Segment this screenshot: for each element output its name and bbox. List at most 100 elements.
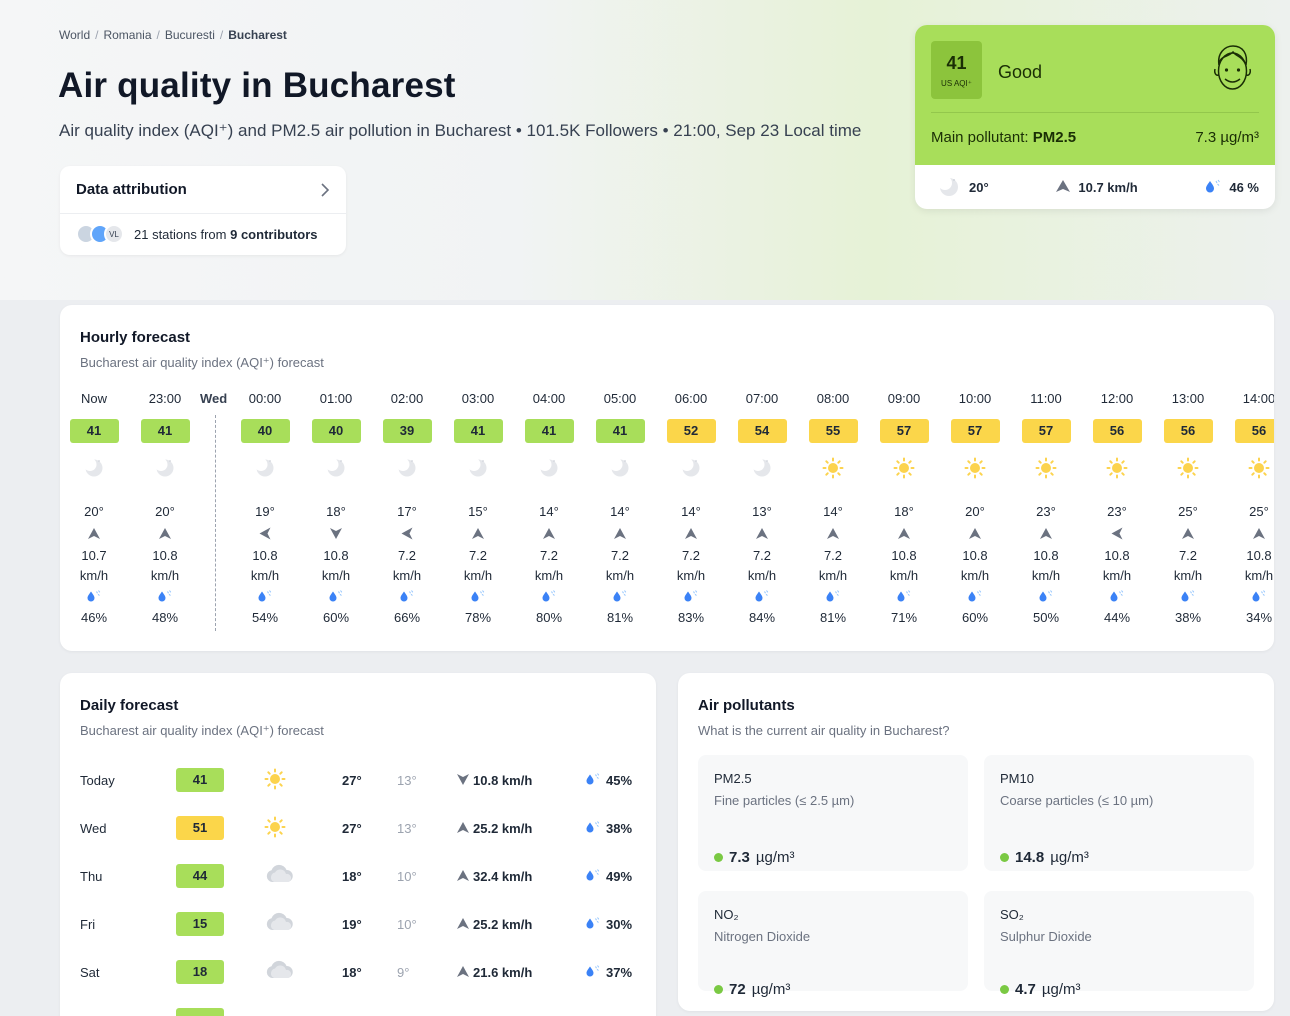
hourly-humidity: 48% [151, 610, 179, 625]
humidity-icon [585, 965, 601, 980]
hourly-humidity: 44% [1103, 610, 1131, 625]
hourly-wind-speed: 10.8 [1033, 548, 1059, 563]
hourly-item[interactable]: 11:00 57 23° 10.8 km/h 50% [1018, 391, 1074, 625]
hourly-wind-unit: km/h [1031, 568, 1061, 583]
sun-icon [1089, 457, 1145, 479]
daily-wind-speed: 21.6 km/h [473, 965, 533, 980]
wind-direction-icon [457, 821, 469, 836]
daily-aqi-badge: 18 [176, 960, 224, 984]
daily-wind-speed: 32.4 km/h [473, 869, 533, 884]
humidity-icon [450, 590, 506, 602]
hourly-aqi-badge: 54 [737, 419, 787, 443]
daily-row[interactable]: Wed 51 27° 13° 25.2 km/h 38% [80, 816, 640, 842]
hourly-aqi-badge: 41 [524, 419, 574, 443]
breadcrumb-region[interactable]: Bucuresti [165, 28, 215, 42]
hourly-aqi-badge: 41 [595, 419, 645, 443]
hourly-aqi-badge: 40 [240, 419, 290, 443]
daily-humidity-value: 38% [606, 821, 633, 836]
hourly-item[interactable]: 23:00 41 20° 10.8 km/h 48% [137, 391, 193, 625]
breadcrumb-world[interactable]: World [59, 28, 90, 42]
hourly-item[interactable]: 06:00 52 14° 7.2 km/h 83% [663, 391, 719, 625]
daily-aqi-badge: 15 [176, 912, 224, 936]
hourly-temperature: 14° [823, 504, 843, 519]
main-pollutant: Main pollutant: PM2.5 [931, 129, 1076, 146]
hourly-time: 06:00 [674, 391, 708, 406]
daily-row[interactable]: Today 41 27° 13° 10.8 km/h 45% [80, 768, 640, 794]
hourly-humidity: 71% [890, 610, 918, 625]
humidity-icon [1160, 590, 1216, 602]
face-icon [1211, 43, 1253, 97]
humidity-icon [585, 773, 601, 788]
data-attribution-card[interactable]: Data attribution VL 21 stations from 9 c… [60, 166, 346, 255]
hourly-item[interactable]: 01:00 40 18° 10.8 km/h 60% [308, 391, 364, 625]
hourly-time: 00:00 [248, 391, 282, 406]
daily-row[interactable]: Sat 18 18° 9° 21.6 km/h 37% [80, 960, 640, 986]
current-wind-value: 10.7 km/h [1078, 179, 1138, 195]
air-pollutants-title: Air pollutants [698, 697, 795, 714]
daily-wind: 25.2 km/h [457, 821, 532, 836]
pollutant-value-number: 72 [729, 981, 746, 998]
hourly-item[interactable]: 13:00 56 25° 7.2 km/h 38% [1160, 391, 1216, 625]
hourly-item[interactable]: 08:00 55 14° 7.2 km/h 81% [805, 391, 861, 625]
wind-direction-icon [457, 773, 469, 788]
hourly-item[interactable]: 05:00 41 14° 7.2 km/h 81% [592, 391, 648, 625]
pollutant-box[interactable]: PM10 Coarse particles (≤ 10 µm) 14.8 µg/m³ [984, 755, 1254, 871]
breadcrumb-country[interactable]: Romania [103, 28, 151, 42]
wind-direction-icon [308, 528, 364, 540]
hourly-item[interactable]: 09:00 57 18° 10.8 km/h 71% [876, 391, 932, 625]
data-attribution-body: VL 21 stations from 9 contributors [60, 214, 346, 254]
sun-icon [1018, 457, 1074, 479]
moon-icon [66, 457, 122, 479]
pollutant-box[interactable]: PM2.5 Fine particles (≤ 2.5 µm) 7.3 µg/m³ [698, 755, 968, 871]
hourly-wind: 10.7 km/h [66, 546, 122, 586]
cloud-icon [264, 960, 294, 983]
wind-direction-icon [805, 528, 861, 540]
hourly-wind: 7.2 km/h [805, 546, 861, 586]
daily-row[interactable]: Fri 15 19° 10° 25.2 km/h 30% [80, 912, 640, 938]
data-attribution-header[interactable]: Data attribution [60, 166, 346, 214]
hourly-wind-unit: km/h [1102, 568, 1132, 583]
daily-row[interactable]: Thu 44 18° 10° 32.4 km/h 49% [80, 864, 640, 890]
hourly-item[interactable]: 02:00 39 17° 7.2 km/h 66% [379, 391, 435, 625]
daily-low-temperature: 10° [397, 917, 417, 932]
pollutant-value-unit: µg/m³ [751, 981, 791, 998]
hourly-humidity: 60% [322, 610, 350, 625]
hourly-item[interactable]: 04:00 41 14° 7.2 km/h 80% [521, 391, 577, 625]
daily-humidity: 49% [585, 869, 632, 884]
hourly-item[interactable]: 10:00 57 20° 10.8 km/h 60% [947, 391, 1003, 625]
humidity-icon [876, 590, 932, 602]
hourly-aqi-badge: 52 [666, 419, 716, 443]
hourly-item[interactable]: 12:00 56 23° 10.8 km/h 44% [1089, 391, 1145, 625]
pollutant-box[interactable]: NO₂ Nitrogen Dioxide 72 µg/m³ [698, 891, 968, 998]
pollutant-box[interactable]: SO₂ Sulphur Dioxide 4.7 µg/m³ [984, 891, 1254, 998]
humidity-icon [521, 590, 577, 602]
hourly-wind-unit: km/h [150, 568, 180, 583]
hourly-wind-unit: km/h [818, 568, 848, 583]
hourly-temperature: 20° [155, 504, 175, 519]
humidity-icon [1205, 179, 1221, 196]
aqi-badge: 41 US AQI⁺ [931, 41, 982, 99]
daily-humidity: 30% [585, 917, 632, 932]
hourly-temperature: 18° [894, 504, 914, 519]
hourly-temperature: 25° [1249, 504, 1269, 519]
daily-aqi-badge: 41 [176, 768, 224, 792]
hourly-item[interactable]: 14:00 56 25° 10.8 km/h 34% [1231, 391, 1274, 625]
hourly-item[interactable]: 00:00 40 19° 10.8 km/h 54% [237, 391, 293, 625]
hourly-wind-unit: km/h [1173, 568, 1203, 583]
hourly-wind-speed: 10.8 [1104, 548, 1130, 563]
hourly-temperature: 23° [1036, 504, 1056, 519]
pollutant-value-number: 14.8 [1015, 849, 1045, 866]
hourly-item[interactable]: 03:00 41 15° 7.2 km/h 78% [450, 391, 506, 625]
hourly-wind-speed: 10.8 [152, 548, 178, 563]
humidity-icon [1089, 590, 1145, 602]
daily-row-partial [176, 1008, 224, 1016]
hourly-item[interactable]: 07:00 54 13° 7.2 km/h 84% [734, 391, 790, 625]
hourly-item[interactable]: Now 41 20° 10.7 km/h 46% [66, 391, 122, 625]
pollutant-description: Fine particles (≤ 2.5 µm) [714, 793, 855, 808]
wind-direction-icon [450, 528, 506, 540]
hourly-wind: 7.2 km/h [450, 546, 506, 586]
daily-humidity-value: 30% [606, 917, 633, 932]
wind-direction-icon [592, 528, 648, 540]
hourly-wind: 7.2 km/h [663, 546, 719, 586]
hourly-humidity: 81% [606, 610, 634, 625]
